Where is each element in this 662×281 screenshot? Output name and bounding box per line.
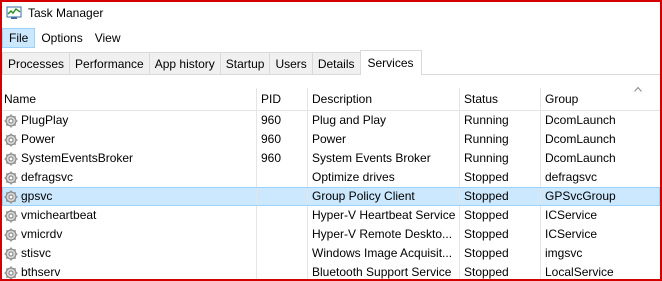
service-group: ICService <box>545 227 598 241</box>
service-pid <box>257 263 308 279</box>
service-pid: 960 <box>257 149 308 168</box>
service-name-cell: bthserv <box>2 263 257 279</box>
gear-icon <box>4 247 18 260</box>
gear-icon <box>4 209 18 222</box>
service-pid: 960 <box>257 130 308 149</box>
service-description: Bluetooth Support Service <box>308 263 460 279</box>
service-status: Stopped <box>460 206 541 225</box>
menu-bar: File Options View <box>2 28 660 48</box>
gear-icon <box>4 266 18 279</box>
service-pid <box>257 187 308 206</box>
service-name-cell: vmicheartbeat <box>2 206 257 225</box>
table-row[interactable]: Power 960 Power Running DcomLaunch <box>2 130 660 149</box>
service-name: stisvc <box>21 246 51 260</box>
table-body: PlugPlay 960 Plug and Play Running DcomLaunc… <box>2 111 660 279</box>
table-row[interactable]: vmicheartbeat Hyper-V Heartbeat Service St… <box>2 206 660 225</box>
task-manager-window: Task Manager File Options View Processes… <box>0 0 662 281</box>
service-pid: 960 <box>257 111 308 130</box>
service-name: PlugPlay <box>21 113 69 127</box>
table-header: Name PID Description Status Group <box>2 86 660 111</box>
service-status: Running <box>460 149 541 168</box>
task-manager-icon <box>6 6 22 19</box>
window-title: Task Manager <box>28 6 104 20</box>
service-name: vmicrdv <box>21 227 63 241</box>
service-group: LocalService <box>545 265 614 279</box>
table-row[interactable]: defragsvc Optimize drives Stopped defragsvc <box>2 168 660 187</box>
tab-performance[interactable]: Performance <box>69 52 150 74</box>
service-group: DcomLaunch <box>545 151 616 165</box>
service-description: Group Policy Client <box>308 187 460 206</box>
column-header-pid[interactable]: PID <box>257 88 308 110</box>
service-description: Windows Image Acquisit... <box>308 244 460 263</box>
gear-icon <box>4 152 18 165</box>
table-row[interactable]: SystemEventsBroker 960 System Events Broke… <box>2 149 660 168</box>
menu-file[interactable]: File <box>2 28 36 48</box>
table-row[interactable]: PlugPlay 960 Plug and Play Running DcomLaunc… <box>2 111 660 130</box>
service-description: Optimize drives <box>308 168 460 187</box>
tab-startup[interactable]: Startup <box>219 52 271 74</box>
service-pid <box>257 168 308 187</box>
table-row[interactable]: stisvc Windows Image Acquisit... Stopped im… <box>2 244 660 263</box>
gear-icon <box>4 228 18 241</box>
table-row[interactable]: vmicrdv Hyper-V Remote Deskto... Stopped IC… <box>2 225 660 244</box>
column-header-status[interactable]: Status <box>460 88 541 110</box>
title-bar: Task Manager <box>2 2 660 24</box>
table-row[interactable]: bthserv Bluetooth Support Service Stopped L… <box>2 263 660 279</box>
service-pid <box>257 206 308 225</box>
service-name-cell: Power <box>2 130 257 149</box>
tab-app-history[interactable]: App history <box>148 52 221 74</box>
chevron-up-icon <box>634 86 642 92</box>
service-status: Stopped <box>460 187 541 206</box>
tab-services[interactable]: Services <box>359 50 422 75</box>
gear-icon <box>4 171 18 184</box>
gear-icon <box>4 133 18 146</box>
service-name-cell: defragsvc <box>2 168 257 187</box>
service-name-cell: vmicrdv <box>2 225 257 244</box>
column-header-name[interactable]: Name <box>2 88 257 110</box>
column-header-description[interactable]: Description <box>308 88 460 110</box>
service-status: Stopped <box>460 263 541 279</box>
service-group: GPSvcGroup <box>545 189 616 203</box>
service-name: Power <box>21 132 56 146</box>
table-row[interactable]: gpsvc Group Policy Client Stopped GPSvcGrou… <box>2 187 660 206</box>
service-description: System Events Broker <box>308 149 460 168</box>
service-group: imgsvc <box>545 246 583 260</box>
service-pid <box>257 244 308 263</box>
service-name: SystemEventsBroker <box>21 151 134 165</box>
service-status: Running <box>460 130 541 149</box>
service-group: DcomLaunch <box>545 113 616 127</box>
service-name-cell: SystemEventsBroker <box>2 149 257 168</box>
service-status: Running <box>460 111 541 130</box>
tab-processes[interactable]: Processes <box>2 52 71 74</box>
service-name: bthserv <box>21 265 61 279</box>
service-description: Hyper-V Heartbeat Service <box>308 206 460 225</box>
services-table: Name PID Description Status Group PlugPl… <box>2 86 660 279</box>
gear-icon <box>4 114 18 127</box>
tab-details[interactable]: Details <box>311 52 361 74</box>
service-status: Stopped <box>460 168 541 187</box>
service-name-cell: gpsvc <box>2 187 257 206</box>
service-status: Stopped <box>460 244 541 263</box>
tab-bar: Processes Performance App history Startu… <box>2 50 660 75</box>
service-description: Hyper-V Remote Deskto... <box>308 225 460 244</box>
service-name-cell: stisvc <box>2 244 257 263</box>
service-status: Stopped <box>460 225 541 244</box>
service-name: gpsvc <box>21 189 53 203</box>
service-pid <box>257 225 308 244</box>
service-group: ICService <box>545 208 598 222</box>
service-name: defragsvc <box>21 170 74 184</box>
gear-icon <box>4 190 18 203</box>
service-group: defragsvc <box>545 170 598 184</box>
menu-view[interactable]: View <box>89 28 127 48</box>
service-name-cell: PlugPlay <box>2 111 257 130</box>
menu-options[interactable]: Options <box>35 28 88 48</box>
service-name: vmicheartbeat <box>21 208 97 222</box>
tab-users[interactable]: Users <box>269 52 313 74</box>
service-description: Power <box>308 130 460 149</box>
service-description: Plug and Play <box>308 111 460 130</box>
service-group: DcomLaunch <box>545 132 616 146</box>
column-header-group[interactable]: Group <box>541 88 660 110</box>
